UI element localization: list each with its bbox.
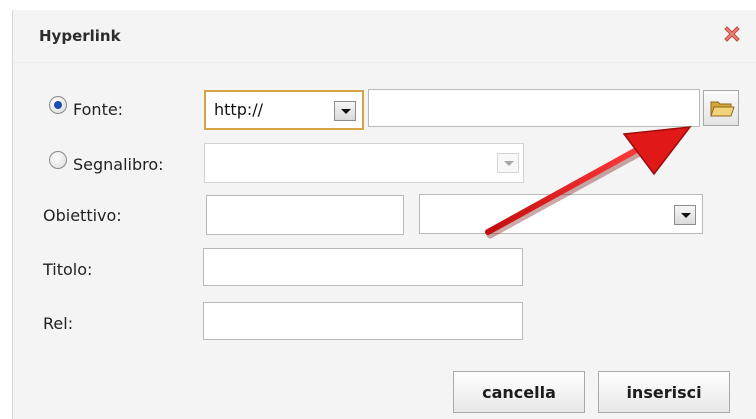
target-label: Obiettivo: [43,206,122,225]
bookmark-radio[interactable] [49,151,67,169]
hyperlink-dialog: Hyperlink Fonte: http:// Segnalibro: Obi… [12,10,756,419]
close-x-icon[interactable] [721,23,743,45]
chevron-down-icon[interactable] [674,205,696,225]
protocol-select-value: http:// [214,100,264,119]
source-label: Fonte: [73,100,124,119]
protocol-select[interactable]: http:// [204,90,364,130]
chevron-down-icon[interactable] [497,153,519,173]
target-input[interactable] [206,195,404,235]
dialog-title: Hyperlink [39,27,121,45]
source-radio[interactable] [49,96,67,114]
insert-button[interactable]: inserisci [598,371,730,413]
dialog-titlebar: Hyperlink [13,10,756,63]
rel-input[interactable] [203,302,523,340]
url-input[interactable] [368,89,700,127]
rel-field-label: Rel: [43,314,74,333]
bookmark-label: Segnalibro: [73,155,164,174]
cancel-button[interactable]: cancella [453,371,585,413]
chevron-down-icon[interactable] [334,101,356,121]
target-select[interactable] [419,194,703,234]
folder-icon [710,101,735,117]
title-field-label: Titolo: [43,260,93,279]
title-input[interactable] [203,248,523,286]
browse-folder-button[interactable] [703,90,739,126]
bookmark-select[interactable] [204,143,524,183]
